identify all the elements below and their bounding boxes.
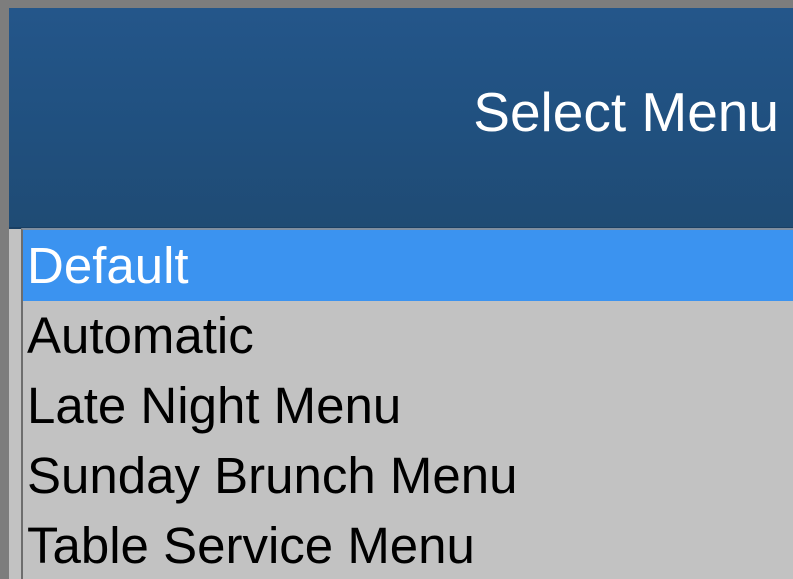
menu-item-sunday-brunch-menu[interactable]: Sunday Brunch Menu bbox=[23, 441, 793, 511]
menu-item-automatic[interactable]: Automatic bbox=[23, 301, 793, 371]
dialog-header: Select Menu bbox=[9, 8, 793, 229]
menu-item-table-service-menu[interactable]: Table Service Menu bbox=[23, 511, 793, 579]
menu-list[interactable]: Default Automatic Late Night Menu Sunday… bbox=[21, 228, 793, 579]
menu-item-default[interactable]: Default bbox=[23, 230, 793, 301]
menu-item-late-night-menu[interactable]: Late Night Menu bbox=[23, 371, 793, 441]
screen-background: Select Menu Default Automatic Late Night… bbox=[0, 0, 793, 579]
dialog-title: Select Menu bbox=[473, 81, 779, 143]
select-menu-dialog: Select Menu Default Automatic Late Night… bbox=[9, 8, 793, 579]
